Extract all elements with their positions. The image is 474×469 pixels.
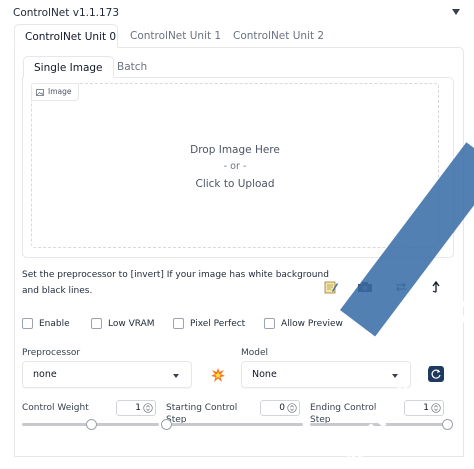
preprocessor-label: Preprocessor xyxy=(22,348,81,358)
allow-preview-label: Allow Preview xyxy=(281,318,343,329)
pixel-perfect-label: Pixel Perfect xyxy=(190,318,246,329)
image-label-text: Image xyxy=(48,87,72,96)
spinner-icon[interactable] xyxy=(143,403,153,413)
ending-control-step-value: 1 xyxy=(423,403,429,413)
edit-icon xyxy=(324,281,338,294)
enable-checkbox[interactable]: Enable xyxy=(22,318,70,329)
slider-thumb[interactable] xyxy=(442,419,453,430)
control-weight-value: 1 xyxy=(135,403,141,413)
run-preprocessor-button[interactable] xyxy=(208,365,228,385)
low-vram-checkbox[interactable]: Low VRAM xyxy=(91,318,155,329)
send-up-icon xyxy=(432,280,440,293)
tab-controlnet-unit-1[interactable]: ControlNet Unit 1 xyxy=(120,24,231,48)
low-vram-label: Low VRAM xyxy=(108,318,155,329)
send-dimensions-button[interactable] xyxy=(424,276,448,298)
drop-image-text: Drop Image Here xyxy=(190,144,280,156)
edit-button[interactable] xyxy=(319,276,343,298)
chevron-down-icon xyxy=(173,374,179,378)
panel-title: ControlNet v1.1.173 xyxy=(13,7,120,19)
checkbox-box[interactable] xyxy=(173,318,184,329)
starting-control-step-input[interactable]: 0 xyxy=(260,400,300,416)
allow-preview-checkbox[interactable]: Allow Preview xyxy=(264,318,343,329)
starting-control-step-value: 0 xyxy=(279,403,285,413)
tab-controlnet-unit-0[interactable]: ControlNet Unit 0 xyxy=(14,24,118,48)
enable-label: Enable xyxy=(39,318,70,329)
hint-text-line-2: and black lines. xyxy=(22,286,93,296)
control-weight-label: Control Weight xyxy=(22,403,89,413)
click-to-upload-text[interactable]: Click to Upload xyxy=(31,178,439,190)
pixel-perfect-checkbox[interactable]: Pixel Perfect xyxy=(173,318,245,329)
image-icon xyxy=(36,88,44,96)
preprocessor-select[interactable]: none xyxy=(22,361,192,388)
starting-control-step-label-line-1: Starting Control xyxy=(166,403,238,413)
explosion-icon xyxy=(211,368,225,382)
or-separator: - or - xyxy=(223,161,247,172)
slider-thumb[interactable] xyxy=(85,419,97,430)
model-select[interactable]: None xyxy=(241,361,411,388)
preprocessor-value: none xyxy=(33,369,57,380)
slider-thumb[interactable] xyxy=(161,419,172,430)
ending-control-step-label-line-1: Ending Control xyxy=(310,403,377,413)
spinner-icon[interactable] xyxy=(431,403,441,413)
collapse-caret-icon[interactable] xyxy=(450,6,462,18)
starting-control-step-slider[interactable] xyxy=(161,419,303,430)
model-value: None xyxy=(252,369,277,380)
tab-single-image[interactable]: Single Image xyxy=(23,56,114,78)
control-weight-input[interactable]: 1 xyxy=(116,400,156,416)
spinner-icon[interactable] xyxy=(287,403,297,413)
checkbox-box[interactable] xyxy=(91,318,102,329)
model-label: Model xyxy=(241,348,269,358)
control-weight-slider[interactable] xyxy=(22,419,159,430)
checkbox-box[interactable] xyxy=(22,318,33,329)
tab-controlnet-unit-2[interactable]: ControlNet Unit 2 xyxy=(223,24,334,48)
image-label: Image xyxy=(31,83,79,101)
hint-text-line-1: Set the preprocessor to [invert] If your… xyxy=(22,270,329,280)
tab-batch[interactable]: Batch xyxy=(107,56,157,78)
checkbox-box[interactable] xyxy=(264,318,275,329)
